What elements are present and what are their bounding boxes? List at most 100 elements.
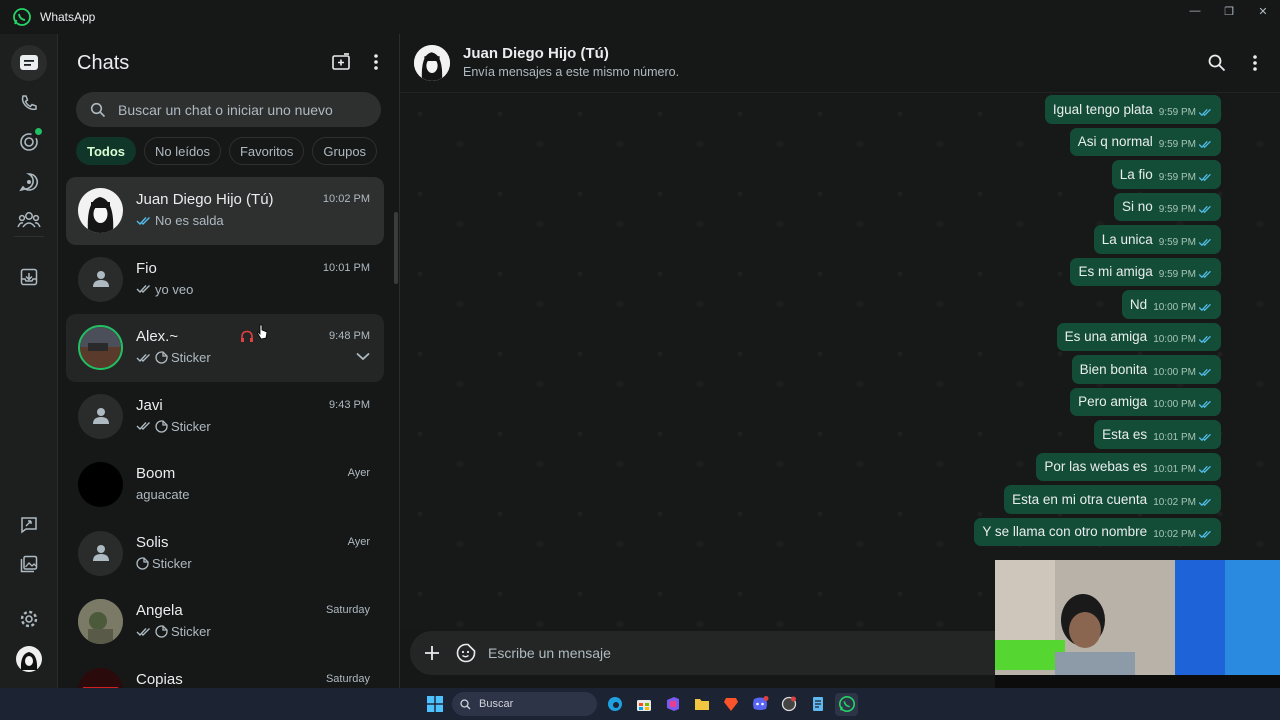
avatar (78, 462, 123, 507)
message-text: Igual tengo plata (1052, 101, 1153, 117)
outgoing-message[interactable]: Pero amiga 10:00 PM (1070, 387, 1221, 416)
chat-preview: Sticker (171, 418, 211, 434)
outgoing-message[interactable]: La unica 9:59 PM (1093, 225, 1221, 254)
meta-ai-button[interactable] (11, 507, 47, 543)
chat-search-input[interactable] (118, 101, 368, 118)
maximize-button[interactable]: ❐ (1212, 0, 1246, 22)
message-meta: 10:02 PM (1153, 529, 1213, 540)
taskbar-edge[interactable] (603, 693, 626, 716)
message-input[interactable] (488, 645, 988, 661)
taskbar-office[interactable] (661, 693, 684, 716)
chevron-down-icon[interactable] (356, 352, 370, 361)
chat-preview: yo veo (155, 281, 194, 297)
message-text: Si no (1121, 199, 1153, 215)
read-ticks-icon (1198, 466, 1211, 474)
chat-row-solis[interactable]: Solis Ayer Sticker (66, 520, 384, 588)
taskbar-discord[interactable] (748, 693, 771, 716)
outgoing-message[interactable]: Si no 9:59 PM (1113, 192, 1221, 221)
close-button[interactable]: ✕ (1246, 0, 1280, 22)
taskbar-search[interactable]: Buscar (452, 692, 597, 716)
attach-plus-icon[interactable] (424, 645, 440, 661)
menu-kebab-icon[interactable] (373, 52, 379, 72)
outgoing-message[interactable]: Bien bonita 10:00 PM (1071, 355, 1221, 384)
read-ticks-icon (1198, 336, 1211, 344)
message-time: 10:00 PM (1153, 334, 1196, 346)
filter-chip-grupos[interactable]: Grupos (312, 137, 378, 165)
outgoing-message[interactable]: Esta es 10:01 PM (1094, 420, 1221, 449)
outgoing-message[interactable]: Igual tengo plata 9:59 PM (1044, 95, 1221, 124)
outgoing-message[interactable]: La fio 9:59 PM (1111, 160, 1221, 189)
outgoing-message[interactable]: Es una amiga 10:00 PM (1056, 322, 1221, 351)
profile-avatar (16, 646, 42, 672)
conversation-header[interactable]: Juan Diego Hijo (Tú) Envía mensajes a es… (400, 34, 1280, 93)
media-nav-button[interactable] (11, 546, 47, 582)
chats-heading: Chats (77, 52, 130, 74)
taskbar-store[interactable] (632, 693, 655, 716)
chat-preview: Sticker (171, 624, 211, 639)
chat-row-boom[interactable]: Boom Ayer aguacate (66, 451, 384, 519)
taskbar-brave[interactable] (719, 693, 742, 716)
taskbar-app[interactable] (777, 693, 800, 716)
outgoing-message[interactable]: Asi q normal 9:59 PM (1069, 127, 1221, 156)
office-icon (666, 697, 679, 711)
archived-nav-button[interactable] (11, 259, 47, 295)
message-meta: 9:59 PM (1159, 172, 1213, 183)
profile-avatar-button[interactable] (11, 641, 47, 677)
message-text: Es una amiga (1064, 329, 1148, 345)
emoji-sticker-icon[interactable] (456, 643, 476, 663)
outgoing-message[interactable]: Es mi amiga 9:59 PM (1070, 257, 1221, 286)
chat-row-angela[interactable]: Angela Saturday Sticker (66, 588, 384, 656)
channels-nav-button[interactable] (11, 164, 47, 200)
chat-preview: Sticker (171, 350, 211, 365)
message-meta: 9:59 PM (1159, 237, 1213, 248)
filter-chip-no-leidos[interactable]: No leídos (144, 137, 221, 165)
message-text: Por las webas es (1044, 459, 1148, 475)
avatar (78, 188, 123, 233)
contact-avatar[interactable] (414, 45, 450, 81)
default-user-icon (92, 545, 109, 561)
taskbar-explorer[interactable] (690, 693, 713, 716)
read-ticks-icon (1198, 433, 1211, 441)
chat-row-alex[interactable]: Alex.~ 9:48 PM Sticker (66, 314, 384, 382)
minimize-button[interactable]: — (1178, 0, 1212, 22)
chat-list-panel: Chats Todos No leídos Favoritos Grupos J… (58, 34, 400, 688)
taskbar-notepad[interactable] (806, 693, 829, 716)
chats-nav-button[interactable] (11, 45, 47, 81)
avatar-image-icon (414, 45, 450, 81)
taskbar-whatsapp[interactable] (835, 692, 858, 716)
outgoing-message[interactable]: Esta en mi otra cuenta 10:02 PM (1004, 485, 1221, 514)
message-meta: 10:02 PM (1153, 497, 1213, 508)
chat-row-copias[interactable]: Copias Saturday (66, 657, 384, 688)
chat-search-bar[interactable] (76, 92, 381, 127)
chat-row-juan-diego[interactable]: Juan Diego Hijo (Tú) 10:02 PM No es sald… (66, 177, 384, 245)
outgoing-message[interactable]: Y se llama con otro nombre 10:02 PM (974, 517, 1221, 546)
calls-nav-button[interactable] (11, 85, 47, 121)
default-user-icon (92, 271, 109, 287)
outgoing-message[interactable]: Nd 10:00 PM (1121, 290, 1221, 319)
chat-row-fio[interactable]: Fio 10:01 PM yo veo (66, 246, 384, 314)
read-ticks-icon (1198, 498, 1211, 506)
avatar-image-icon (87, 197, 114, 233)
settings-nav-button[interactable] (11, 601, 47, 637)
message-meta: 9:59 PM (1159, 139, 1213, 150)
message-time: 9:59 PM (1158, 171, 1196, 183)
filter-chip-todos[interactable]: Todos (76, 137, 137, 165)
chat-row-javi[interactable]: Javi 9:43 PM Sticker (66, 383, 384, 451)
message-time: 10:01 PM (1153, 431, 1196, 443)
status-nav-button[interactable] (11, 124, 47, 160)
communities-nav-button[interactable] (11, 202, 47, 238)
webcam-feed-image (995, 560, 1280, 688)
filter-chip-favoritos[interactable]: Favoritos (228, 137, 305, 165)
chat-list-scrollbar[interactable] (394, 212, 398, 284)
message-time: 9:59 PM (1158, 139, 1196, 151)
menu-kebab-icon[interactable] (1252, 54, 1258, 72)
message-text: Asi q normal (1077, 134, 1153, 150)
chat-time: 10:02 PM (322, 193, 370, 205)
search-icon[interactable] (1208, 54, 1226, 72)
start-button[interactable] (423, 693, 446, 716)
read-ticks-icon (1198, 206, 1211, 214)
gear-icon (20, 610, 38, 628)
new-chat-icon[interactable] (331, 52, 351, 72)
outgoing-message[interactable]: Por las webas es 10:01 PM (1036, 452, 1221, 481)
chat-name: Copias (136, 670, 183, 688)
